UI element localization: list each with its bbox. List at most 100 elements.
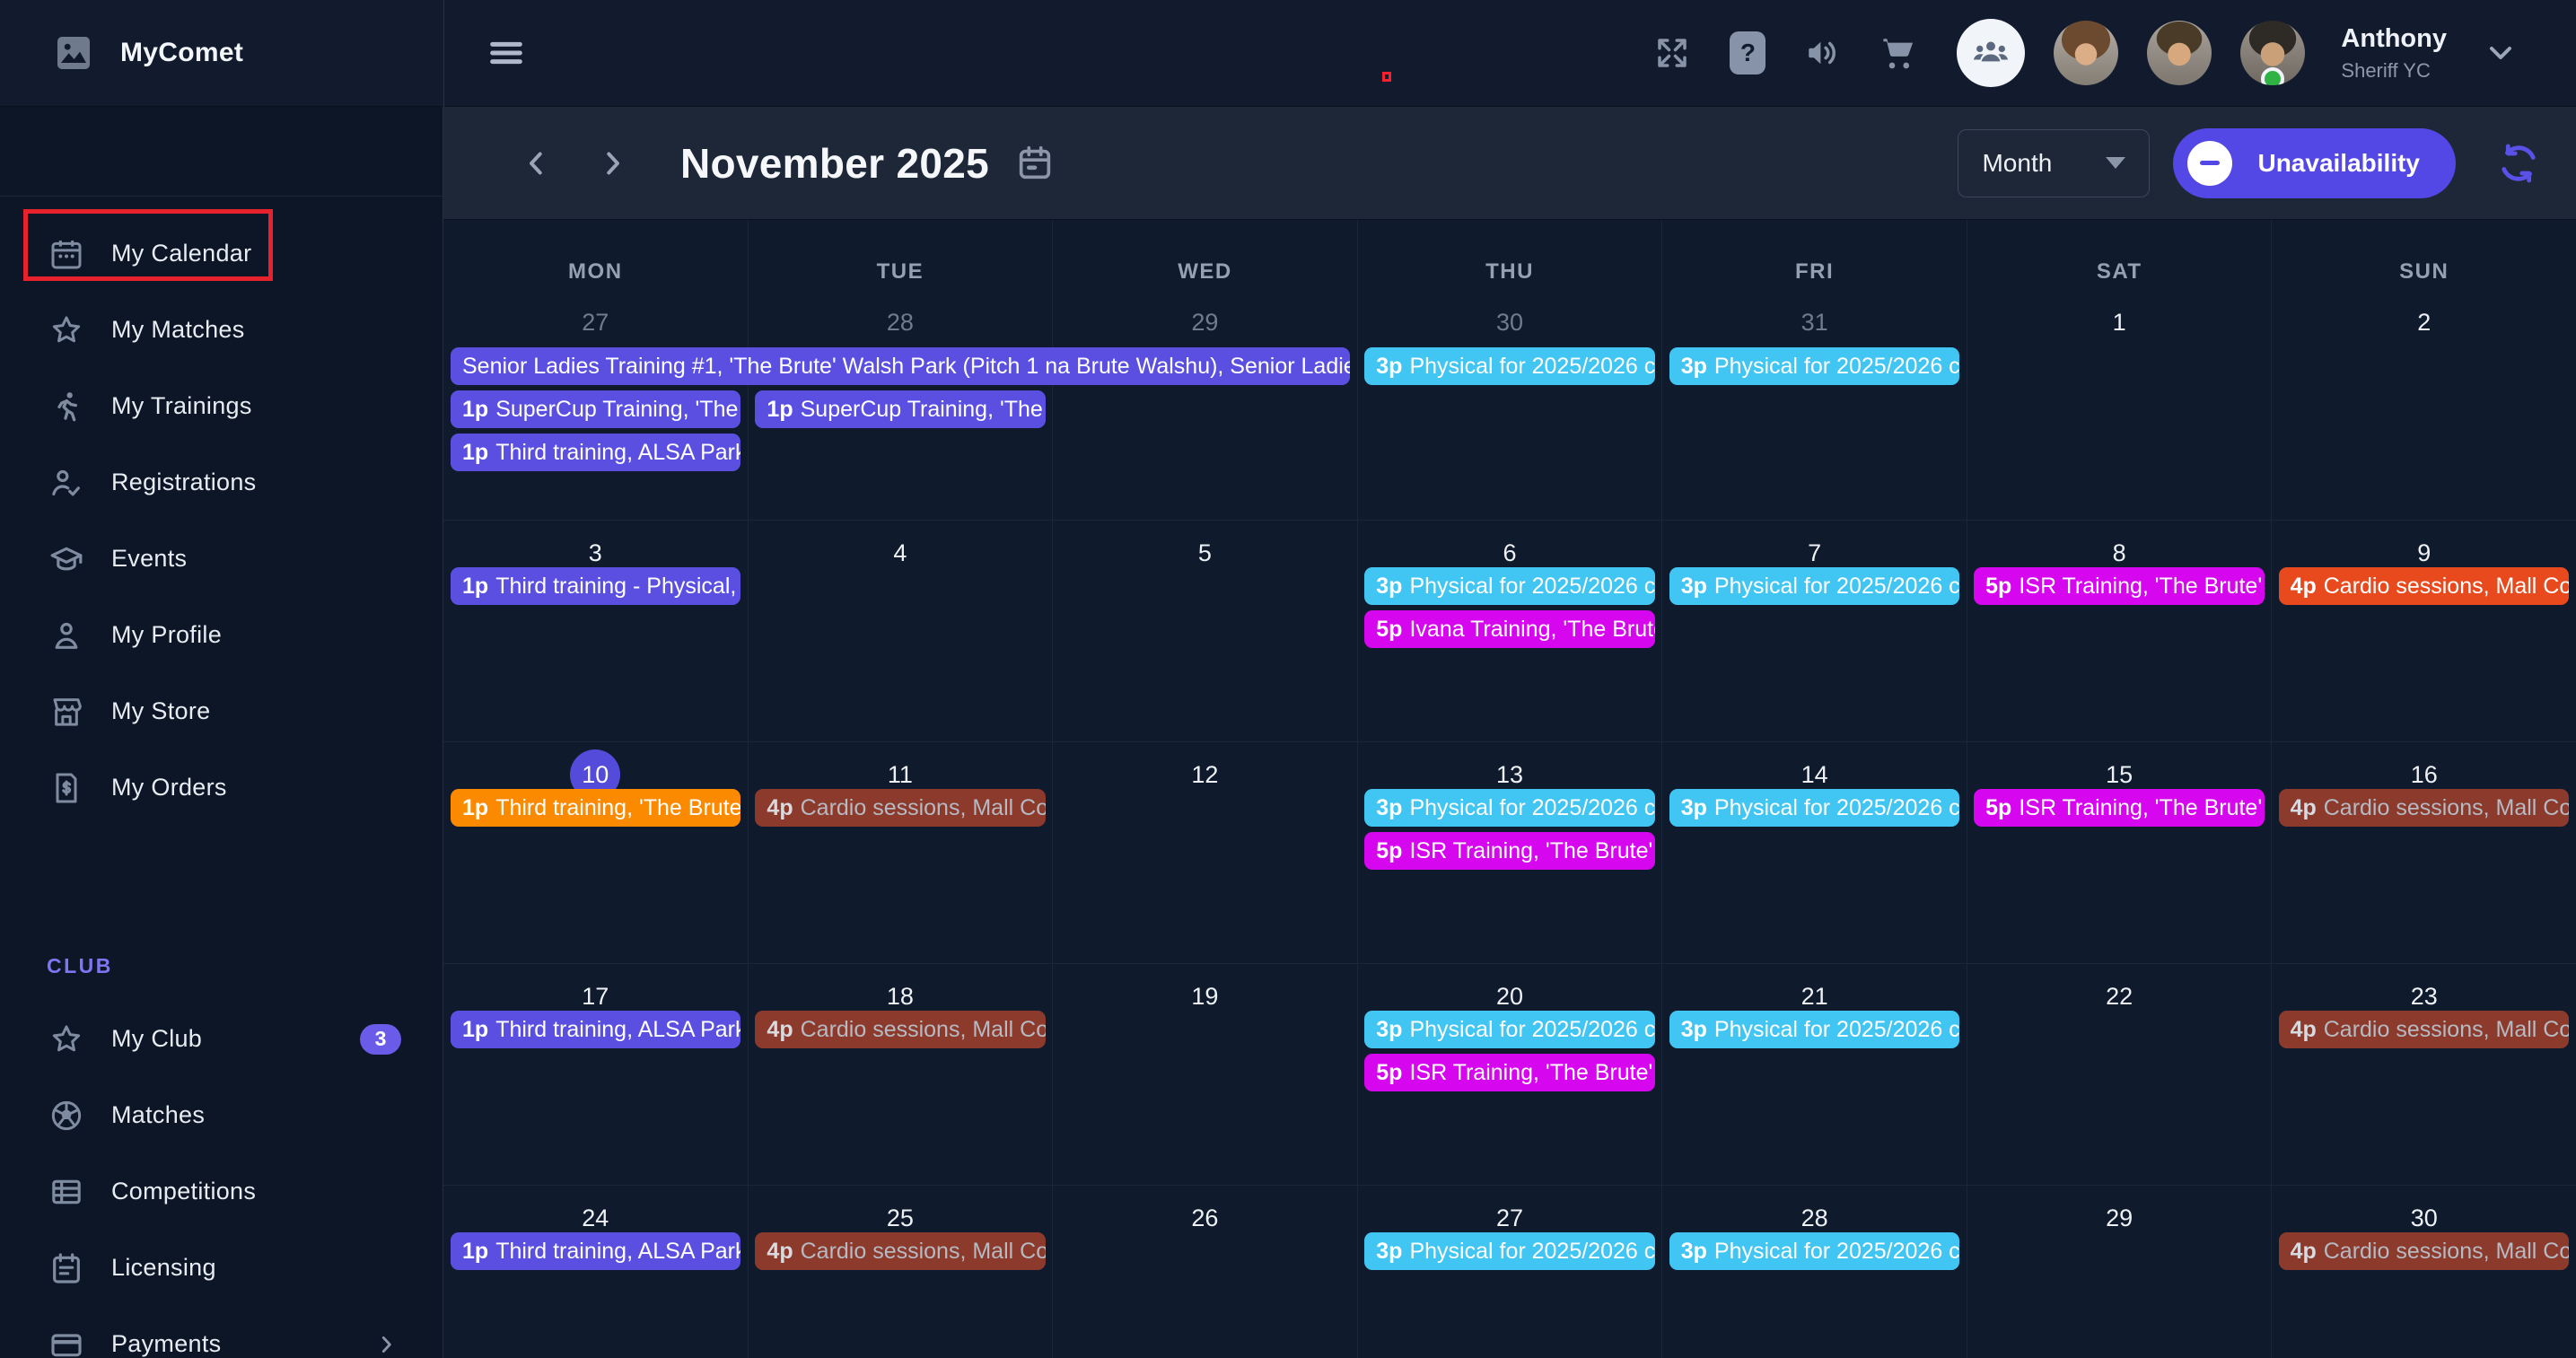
event-pill[interactable]: 1pThird training, ALSA Park ': [451, 1011, 740, 1048]
sidebar-item-my-calendar[interactable]: My Calendar: [0, 215, 442, 292]
day-cell[interactable]: 24: [443, 1186, 749, 1358]
soccer-icon: [47, 1096, 86, 1135]
date-number: 5: [1053, 528, 1357, 578]
help-icon[interactable]: ?: [1729, 34, 1766, 72]
event-pill[interactable]: 4pCardio sessions, Mall Cor: [2279, 1011, 2569, 1048]
sidebar-item-matches[interactable]: Matches: [0, 1077, 442, 1153]
prev-month-button[interactable]: [521, 147, 553, 180]
event-pill[interactable]: 1pThird training, ALSA Park ': [451, 434, 740, 471]
event-pill[interactable]: 5pIvana Training, 'The Brute: [1364, 610, 1654, 648]
event-pill[interactable]: 4pCardio sessions, Mall Cor: [755, 789, 1045, 827]
day-cell[interactable]: 30: [2272, 1186, 2576, 1358]
event-pill[interactable]: 1pThird training, ALSA Park ': [451, 1232, 740, 1270]
event-pill[interactable]: 4pCardio sessions, Mall Cor: [755, 1011, 1045, 1048]
event-pill[interactable]: 4pCardio sessions, Mall Cor: [2279, 789, 2569, 827]
day-cell[interactable]: 9: [2272, 521, 2576, 741]
license-icon: [47, 1248, 86, 1288]
event-pill[interactable]: 4pCardio sessions, Mall Cor: [755, 1232, 1045, 1270]
event-pill[interactable]: 1pSuperCup Training, 'The B: [451, 390, 740, 428]
day-cell[interactable]: 7: [1662, 521, 1967, 741]
event-pill[interactable]: 1pThird training, 'The Brute' ': [451, 789, 740, 827]
event-pill[interactable]: 3pPhysical for 2025/2026 cu: [1669, 567, 1959, 605]
event-pill[interactable]: 3pPhysical for 2025/2026 cu: [1364, 789, 1654, 827]
day-cell[interactable]: 27: [1358, 1186, 1663, 1358]
cart-icon[interactable]: [1879, 34, 1917, 72]
sidebar-item-my-matches[interactable]: My Matches: [0, 292, 442, 368]
event-pill[interactable]: 1pSuperCup Training, 'The B: [755, 390, 1045, 428]
day-cell[interactable]: 15: [1967, 742, 2273, 963]
day-cell[interactable]: 26: [1053, 1186, 1358, 1358]
avatar-photo-2[interactable]: [2147, 21, 2212, 85]
event-pill[interactable]: 3pPhysical for 2025/2026 cu: [1364, 347, 1654, 385]
star-icon: [47, 311, 86, 350]
sidebar-item-events[interactable]: Events: [0, 521, 442, 597]
sidebar-item-licensing[interactable]: Licensing: [0, 1230, 442, 1306]
day-cell[interactable]: 4: [749, 521, 1054, 741]
event-pill[interactable]: 5pISR Training, 'The Brute' V: [1364, 1054, 1654, 1091]
event-pill[interactable]: 3pPhysical for 2025/2026 cu: [1364, 567, 1654, 605]
sidebar-item-my-trainings[interactable]: My Trainings: [0, 368, 442, 444]
day-cell[interactable]: 21: [1662, 964, 1967, 1185]
online-status-dot: [2261, 67, 2284, 85]
day-cell[interactable]: 17: [443, 964, 749, 1185]
day-cell[interactable]: 14: [1662, 742, 1967, 963]
event-pill[interactable]: 3pPhysical for 2025/2026 cu: [1669, 789, 1959, 827]
chevron-down-icon[interactable]: [2483, 35, 2519, 71]
sidebar-item-registrations[interactable]: Registrations: [0, 444, 442, 521]
sidebar-item-payments[interactable]: Payments: [0, 1306, 442, 1358]
user-menu[interactable]: Anthony Sheriff YC: [2341, 24, 2447, 83]
day-cell[interactable]: SAT1: [1967, 220, 2273, 520]
day-cell[interactable]: 29: [1967, 1186, 2273, 1358]
day-cell[interactable]: 18: [749, 964, 1054, 1185]
event-pill[interactable]: 5pISR Training, 'The Brute' V: [1364, 832, 1654, 870]
day-cell[interactable]: 16: [2272, 742, 2576, 963]
date-number: 2: [2272, 297, 2576, 347]
day-cell[interactable]: 8: [1967, 521, 2273, 741]
fullscreen-icon[interactable]: [1653, 34, 1691, 72]
unavailability-label: Unavailability: [2257, 149, 2420, 178]
calendar-picker-icon[interactable]: [1014, 143, 1056, 184]
next-month-button[interactable]: [596, 147, 628, 180]
sidebar-item-label: My Trainings: [111, 392, 252, 420]
event-pill[interactable]: 3pPhysical for 2025/2026 cu: [1364, 1232, 1654, 1270]
sync-icon[interactable]: [2495, 140, 2542, 187]
sidebar-item-my-store[interactable]: My Store: [0, 673, 442, 749]
sidebar-item-label: Registrations: [111, 469, 256, 496]
event-pill[interactable]: 5pISR Training, 'The Brute' V: [1974, 567, 2264, 605]
hamburger-menu-icon[interactable]: [486, 32, 527, 74]
day-cell[interactable]: 11: [749, 742, 1054, 963]
day-cell[interactable]: 12: [1053, 742, 1358, 963]
sidebar-item-my-profile[interactable]: My Profile: [0, 597, 442, 673]
sidebar-item-label: Competitions: [111, 1178, 256, 1205]
event-pill[interactable]: 4pCardio sessions, Mall Cor: [2279, 1232, 2569, 1270]
day-of-week-header: THU: [1358, 259, 1662, 285]
event-pill[interactable]: 3pPhysical for 2025/2026 cu: [1669, 347, 1959, 385]
date-number: 29: [1967, 1193, 2272, 1243]
sidebar-item-my-orders[interactable]: My Orders: [0, 749, 442, 826]
event-pill[interactable]: 1pThird training - Physical, A: [451, 567, 740, 605]
event-pill[interactable]: Senior Ladies Training #1, 'The Brute' W…: [451, 347, 1350, 385]
megaphone-icon[interactable]: [1804, 34, 1842, 72]
day-cell[interactable]: 22: [1967, 964, 2273, 1185]
day-cell[interactable]: 25: [749, 1186, 1054, 1358]
sidebar-item-my-club[interactable]: My Club3: [0, 1001, 442, 1077]
day-cell[interactable]: 5: [1053, 521, 1358, 741]
day-cell[interactable]: 10: [443, 742, 749, 963]
day-cell[interactable]: SUN2: [2272, 220, 2576, 520]
event-pill[interactable]: 3pPhysical for 2025/2026 cu: [1669, 1011, 1959, 1048]
day-cell[interactable]: 23: [2272, 964, 2576, 1185]
avatar-photo-1[interactable]: [2054, 21, 2118, 85]
day-cell[interactable]: 3: [443, 521, 749, 741]
sidebar-item-competitions[interactable]: Competitions: [0, 1153, 442, 1230]
event-pill[interactable]: 3pPhysical for 2025/2026 cu: [1669, 1232, 1959, 1270]
unavailability-button[interactable]: Unavailability: [2173, 128, 2456, 198]
event-pill[interactable]: 4pCardio sessions, Mall Cor: [2279, 567, 2569, 605]
team-avatar[interactable]: [1957, 19, 2025, 87]
event-pill[interactable]: 5pISR Training, 'The Brute' V: [1974, 789, 2264, 827]
view-mode-select[interactable]: Month: [1958, 129, 2150, 197]
day-cell[interactable]: 28: [1662, 1186, 1967, 1358]
event-pill[interactable]: 3pPhysical for 2025/2026 cu: [1364, 1011, 1654, 1048]
user-name: Anthony: [2341, 24, 2447, 54]
avatar-photo-3[interactable]: [2240, 21, 2305, 85]
day-cell[interactable]: 19: [1053, 964, 1358, 1185]
